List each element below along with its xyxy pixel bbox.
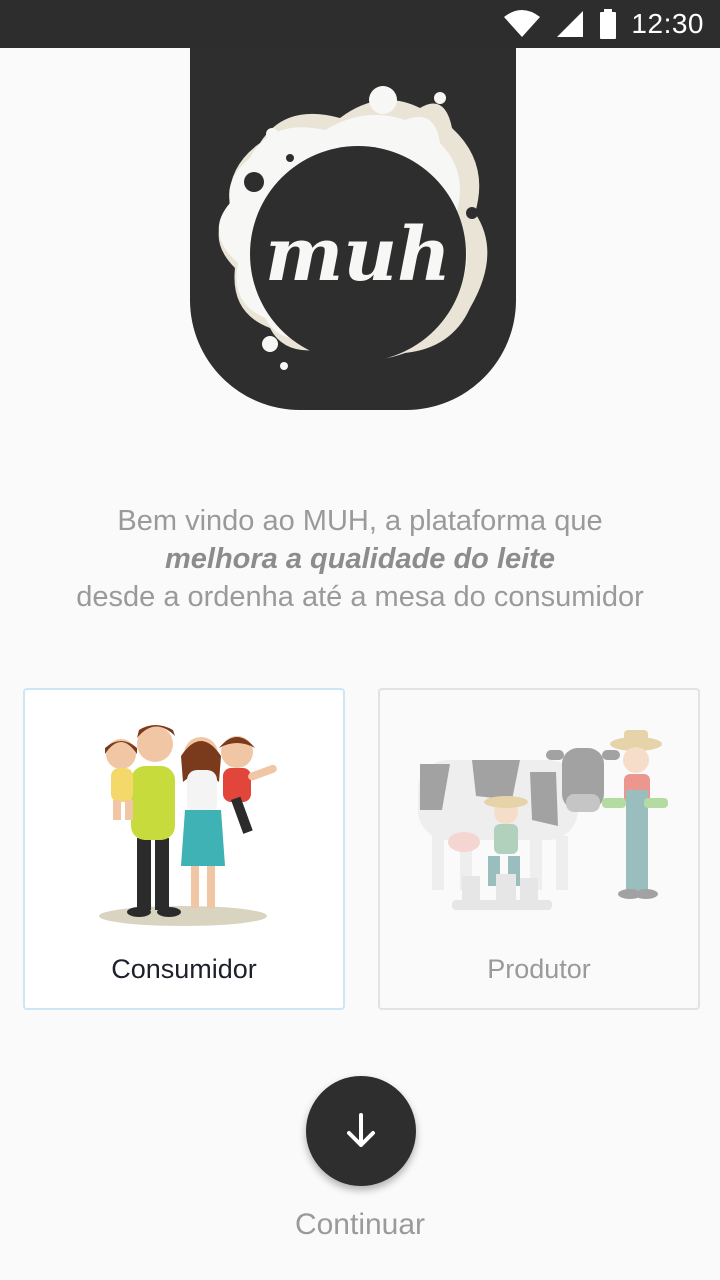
profile-card-consumidor[interactable]: Consumidor: [23, 688, 345, 1010]
status-bar: 12:30: [0, 0, 720, 48]
welcome-line-1: Bem vindo ao MUH, a plataforma que: [117, 505, 603, 537]
clock: 12:30: [631, 8, 704, 39]
wifi-icon: [504, 10, 541, 37]
continue-label[interactable]: Continuar: [0, 1208, 720, 1242]
battery-icon: [600, 9, 617, 39]
cell-signal-icon: [557, 11, 584, 37]
family-illustration: [99, 725, 277, 926]
brand-logo: muh: [190, 48, 516, 410]
welcome-line-3: desde a ordenha até a mesa do consumidor: [76, 581, 644, 613]
continue-button[interactable]: [306, 1076, 416, 1186]
profile-card-produtor[interactable]: Produtor: [378, 688, 700, 1010]
profile-label-consumidor: Consumidor: [111, 954, 257, 984]
logo-text: muh: [265, 212, 451, 298]
milk-splash-logo: muh: [218, 86, 488, 370]
arrow-down-icon: [347, 1113, 375, 1147]
farmers-cow-illustration: [418, 730, 668, 910]
welcome-line-2: melhora a qualidade do leite: [165, 543, 555, 575]
welcome-message: Bem vindo ao MUH, a plataforma que melho…: [0, 502, 720, 616]
profile-label-produtor: Produtor: [487, 954, 591, 984]
